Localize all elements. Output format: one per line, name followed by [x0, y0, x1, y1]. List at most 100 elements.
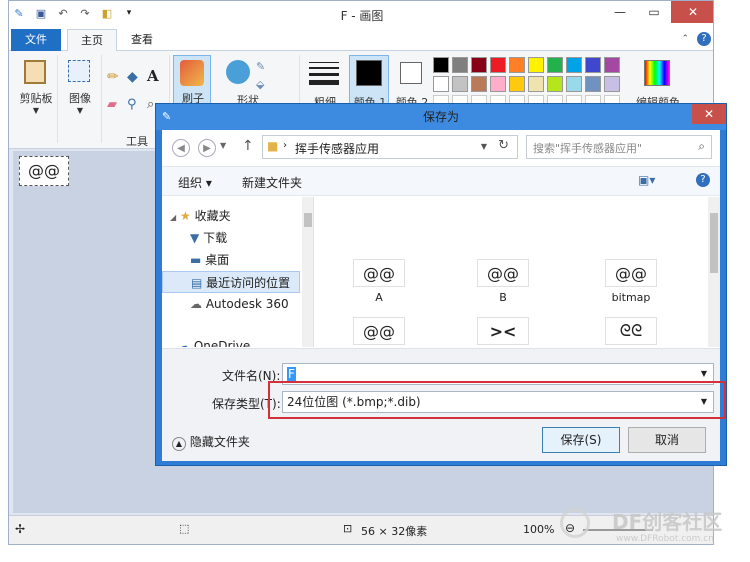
dialog-app-icon: ✎ [162, 110, 172, 123]
brush-icon [180, 60, 204, 86]
nav-label: 收藏夹 [194, 209, 231, 223]
color-swatch[interactable] [566, 57, 582, 73]
tab-view[interactable]: 查看 [117, 29, 167, 51]
color-swatch[interactable] [547, 76, 563, 92]
nav-item-downloads[interactable]: ▼ 下载 [162, 227, 300, 249]
cancel-button[interactable]: 取消 [628, 427, 706, 453]
ribbon-separator [57, 55, 58, 143]
file-thumbnail: >< [477, 317, 529, 345]
color-swatch[interactable] [604, 57, 620, 73]
organize-button[interactable]: 组织 ▾ [178, 174, 212, 191]
file-scrollbar[interactable] [708, 197, 720, 347]
file-thumbnail: ᘓᘓ [605, 317, 657, 345]
file-item[interactable]: @@ bitmap [586, 259, 676, 304]
help-icon[interactable]: ? [696, 173, 710, 187]
fill-icon[interactable]: ◆ [127, 69, 138, 85]
chevron-up-icon: ▲ [172, 437, 186, 451]
magnifier-icon[interactable]: ⌕ [147, 97, 154, 112]
downloads-icon: ▼ [190, 231, 200, 245]
maximize-button[interactable]: ▭ [637, 1, 671, 23]
save-button[interactable]: 保存(S) [542, 427, 620, 453]
color-swatch[interactable] [471, 57, 487, 73]
eraser-icon[interactable]: ▰ [107, 97, 117, 112]
file-item[interactable]: @@ [334, 317, 424, 345]
file-item[interactable]: @@ B [458, 259, 548, 304]
text-icon[interactable]: A [147, 67, 159, 85]
breadcrumb-folder[interactable]: 挥手传感器应用 [295, 140, 379, 157]
window-controls: — ▭ ✕ [603, 1, 713, 23]
color-swatch[interactable] [528, 57, 544, 73]
back-button[interactable]: ◀ [172, 139, 190, 157]
nav-item-desktop[interactable]: ▬ 桌面 [162, 249, 300, 271]
pencil-icon[interactable]: ✏ [107, 69, 119, 85]
file-thumbnail: @@ [477, 259, 529, 287]
file-name: B [499, 291, 507, 304]
desktop-icon: ▬ [190, 253, 202, 267]
file-list: @@ A @@ B @@ bitmap @@ >< ᘓᘓ [316, 197, 720, 347]
file-item[interactable]: @@ A [334, 259, 424, 304]
color-swatch[interactable] [509, 57, 525, 73]
color-swatch[interactable] [471, 76, 487, 92]
color-swatch[interactable] [566, 76, 582, 92]
image-size-text: 56 × 32像素 [361, 525, 428, 538]
dialog-close-button[interactable]: ✕ [692, 104, 726, 124]
search-input[interactable]: 搜索"挥手传感器应用" ⌕ [526, 135, 712, 159]
clipboard-icon [24, 60, 46, 84]
color-swatch[interactable] [547, 57, 563, 73]
chevron-down-icon: ▼ [32, 106, 40, 115]
image-canvas[interactable]: @@ [19, 156, 69, 186]
collapse-arrow-icon: ◢ [170, 213, 177, 222]
nav-label: 桌面 [205, 253, 230, 267]
nav-label: OneDrive [193, 339, 251, 347]
file-item[interactable]: ᘓᘓ [586, 317, 676, 345]
color-swatch[interactable] [585, 76, 601, 92]
address-bar[interactable]: ■ › 挥手传感器应用 ▼ ↻ [262, 135, 518, 159]
navigation-pane: ◢ ★ 收藏夹 ▼ 下载 ▬ 桌面 ▤ 最近访问的位置 ☁ Autodesk 3… [162, 197, 314, 347]
nav-scrollbar[interactable] [302, 197, 313, 347]
dialog-title: 保存为 [156, 104, 726, 130]
color-swatch[interactable] [452, 57, 468, 73]
color-swatch[interactable] [490, 57, 506, 73]
color-swatch[interactable] [585, 57, 601, 73]
view-options-icon[interactable]: ▣▾ [638, 173, 655, 187]
file-item[interactable]: >< [458, 317, 548, 345]
tab-home[interactable]: 主页 [67, 29, 117, 52]
color-swatch[interactable] [452, 76, 468, 92]
nav-item-recent[interactable]: ▤ 最近访问的位置 [162, 271, 300, 293]
zoom-level: 100% [523, 523, 555, 536]
color-swatch[interactable] [604, 76, 620, 92]
new-folder-button[interactable]: 新建文件夹 [242, 174, 302, 191]
color-swatch[interactable] [433, 76, 449, 92]
file-name: A [375, 291, 383, 304]
close-button[interactable]: ✕ [671, 1, 713, 23]
nav-label: Autodesk 360 [205, 297, 289, 311]
color-swatch[interactable] [490, 76, 506, 92]
refresh-icon[interactable]: ↻ [498, 138, 509, 153]
hide-folders-toggle[interactable]: ▲ 隐藏文件夹 [172, 433, 250, 451]
image-button[interactable]: 图像 ▼ [59, 55, 99, 127]
color-picker-icon[interactable]: ⚲ [127, 97, 137, 112]
color-swatch[interactable] [528, 76, 544, 92]
help-icon[interactable]: ? [697, 32, 711, 46]
collapse-ribbon-icon[interactable]: ⌃ [681, 34, 689, 44]
clipboard-button[interactable]: 剪贴板 ▼ [15, 55, 55, 127]
minimize-button[interactable]: — [603, 1, 637, 23]
folder-icon: ■ [267, 139, 279, 153]
ribbon-separator [101, 55, 102, 143]
cloud-icon: ☁ [190, 297, 202, 311]
recent-locations-icon[interactable]: ▼ [220, 141, 226, 150]
breadcrumb-separator: › [283, 140, 287, 151]
search-icon[interactable]: ⌕ [698, 139, 705, 154]
forward-button[interactable]: ▶ [198, 139, 216, 157]
color-swatch[interactable] [433, 57, 449, 73]
clipboard-label: 剪贴板 [19, 92, 53, 105]
nav-item-onedrive[interactable]: ☁ OneDrive [162, 335, 300, 347]
address-dropdown-icon[interactable]: ▼ [481, 142, 487, 151]
nav-item-favorites[interactable]: ◢ ★ 收藏夹 [162, 205, 300, 227]
rainbow-icon [644, 60, 670, 86]
color-swatch[interactable] [509, 76, 525, 92]
up-button[interactable]: ↑ [242, 138, 254, 154]
tab-file[interactable]: 文件 [11, 29, 61, 51]
shapes-icon [226, 60, 250, 84]
nav-item-autodesk[interactable]: ☁ Autodesk 360 [162, 293, 300, 315]
